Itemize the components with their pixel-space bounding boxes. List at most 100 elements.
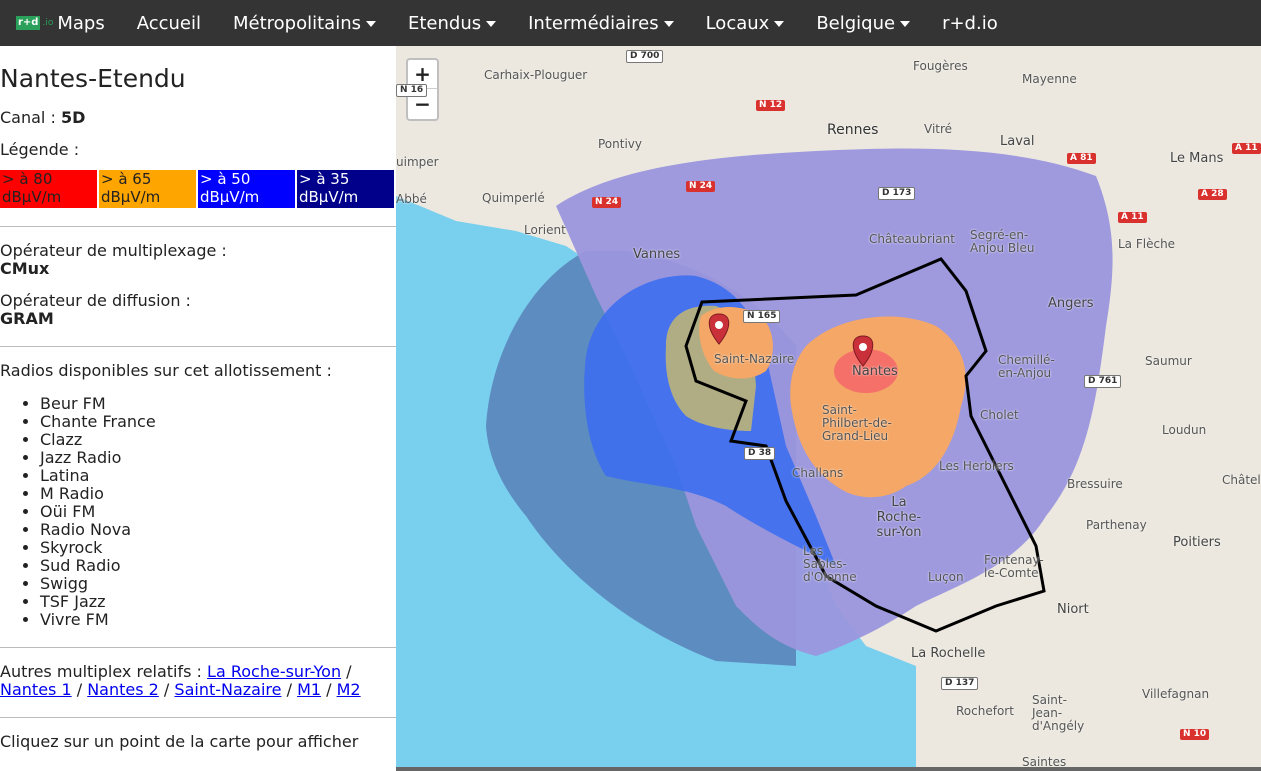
legend-cell-65-line1: > à 65 — [101, 170, 152, 188]
related-link-nantes-2[interactable]: Nantes 2 — [87, 680, 159, 699]
nav-accueil-label: Accueil — [136, 12, 201, 34]
road-badge: A 11 — [1118, 212, 1147, 223]
legend-label: Légende : — [0, 140, 80, 159]
canal-value: 5D — [60, 108, 86, 127]
place-label: Nantes — [852, 364, 898, 379]
place-label: Saint-Philbert-de-Grand-Lieu — [822, 403, 892, 443]
place-label: Segré-en-Anjou Bleu — [970, 228, 1035, 255]
divider — [0, 226, 396, 227]
place-label: La Roche-sur-Yon — [876, 495, 922, 540]
related-link-saint-nazaire[interactable]: Saint-Nazaire — [174, 680, 281, 699]
logo-io: .io — [42, 18, 54, 28]
road-badge: D 761 — [1084, 375, 1122, 388]
place-label: Mayenne — [1022, 72, 1077, 86]
nav-belgique[interactable]: Belgique — [800, 0, 926, 46]
place-label: Fontenay-le-Comte — [984, 553, 1044, 580]
legend-cell-80: > à 80 dBµV/m — [0, 170, 97, 208]
place-label: Pontivy — [598, 137, 642, 151]
place-label: Poitiers — [1173, 535, 1221, 550]
list-item: Swigg — [40, 575, 396, 593]
nav-belgique-label: Belgique — [816, 12, 896, 34]
nav-intermediaires-label: Intermédiaires — [528, 12, 659, 34]
place-label: Fougères — [913, 59, 968, 73]
nav-metropolitains-label: Métropolitains — [233, 12, 361, 34]
place-label: Angers — [1048, 296, 1094, 311]
road-badge: D 38 — [744, 447, 776, 460]
road-badge: D 700 — [626, 50, 664, 63]
legend-cell-50-line2: dBµV/m — [200, 188, 260, 206]
legend-cell-35: > à 35 dBµV/m — [297, 170, 394, 208]
place-label: Les Herbiers — [939, 459, 1014, 473]
related-link-la-roche[interactable]: La Roche-sur-Yon — [207, 662, 341, 681]
nav-etendus[interactable]: Etendus — [392, 0, 512, 46]
related-link-m1[interactable]: M1 — [297, 680, 321, 699]
place-label: Saumur — [1145, 354, 1192, 368]
nav-locaux-label: Locaux — [705, 12, 770, 34]
list-item: Beur FM — [40, 395, 396, 413]
related-link-m2[interactable]: M2 — [337, 680, 361, 699]
place-label: Lorient — [524, 223, 566, 237]
legend-cell-80-line1: > à 80 — [2, 170, 53, 188]
diff-value: GRAM — [0, 309, 54, 328]
legend-cell-35-line1: > à 35 — [299, 170, 350, 188]
place-label: Abbé — [396, 192, 427, 206]
place-label: Saint-Nazaire — [714, 352, 795, 366]
page-title: Nantes-Etendu — [0, 64, 186, 93]
road-badge: N 12 — [756, 100, 786, 111]
mux-label: Opérateur de multiplexage : — [0, 241, 227, 260]
brand-link[interactable]: r+d .io Maps — [0, 0, 121, 46]
horizontal-scrollbar[interactable] — [396, 767, 1261, 771]
list-item: Clazz — [40, 431, 396, 449]
place-label: Bressuire — [1067, 477, 1123, 491]
place-label: Vitré — [924, 122, 953, 136]
road-badge: N 10 — [1180, 729, 1210, 740]
mux-value: CMux — [0, 259, 50, 278]
logo-box: r+d — [16, 16, 41, 30]
place-label: Châtelle — [1222, 473, 1261, 487]
list-item: Sud Radio — [40, 557, 396, 575]
place-label: Challans — [792, 466, 844, 480]
road-badge: N 24 — [686, 181, 716, 192]
nav-accueil[interactable]: Accueil — [121, 0, 217, 46]
legend-cell-65-line2: dBµV/m — [101, 188, 161, 206]
canal-label: Canal : — [0, 108, 56, 127]
divider — [0, 717, 396, 718]
click-hint: Cliquez sur un point de la carte pour af… — [0, 732, 359, 751]
place-label: Le Mans — [1170, 151, 1224, 166]
related-link-nantes-1[interactable]: Nantes 1 — [0, 680, 72, 699]
nav-intermediaires[interactable]: Intermédiaires — [512, 0, 689, 46]
legend: > à 80 dBµV/m > à 65 dBµV/m > à 50 dBµV/m >… — [0, 170, 396, 208]
caret-down-icon — [663, 21, 674, 27]
nav-locaux[interactable]: Locaux — [690, 0, 801, 46]
place-label: uimper — [396, 155, 439, 169]
diff-label: Opérateur de diffusion : — [0, 291, 191, 310]
list-item: Radio Nova — [40, 521, 396, 539]
list-item: Jazz Radio — [40, 449, 396, 467]
road-badge: A 28 — [1198, 189, 1227, 200]
legend-cell-65: > à 65 dBµV/m — [99, 170, 196, 208]
nav-rd-io[interactable]: r+d.io — [926, 0, 1014, 46]
place-label: Laval — [1000, 134, 1035, 149]
divider — [0, 346, 396, 347]
road-badge: A 11 — [1232, 143, 1261, 154]
list-item: Skyrock — [40, 539, 396, 557]
list-item: Vivre FM — [40, 611, 396, 629]
brand-text: Maps — [57, 12, 105, 34]
coverage-map[interactable]: + − Carhaix-Plouguer Fougères Mayenne Re… — [396, 46, 1261, 771]
place-label: Les Sables-d'Olonne — [803, 544, 857, 584]
road-badge: N 16 — [396, 84, 428, 97]
legend-cell-35-line2: dBµV/m — [299, 188, 359, 206]
list-item: M Radio — [40, 485, 396, 503]
place-label: Chemillé-en-Anjou — [998, 353, 1055, 380]
place-label: Vannes — [633, 247, 681, 262]
nav-rd-io-label: r+d.io — [942, 12, 998, 34]
caret-down-icon — [366, 21, 376, 27]
list-item: Oüi FM — [40, 503, 396, 521]
brand-logo: r+d .io — [16, 16, 53, 30]
nav-metropolitains[interactable]: Métropolitains — [217, 0, 392, 46]
place-label: La Rochelle — [911, 646, 986, 661]
top-navbar: r+d .io Maps Accueil Métropolitains Eten… — [0, 0, 1261, 46]
road-badge: N 165 — [743, 310, 781, 323]
place-label: Niort — [1057, 602, 1089, 617]
canal-line: Canal : 5D — [0, 109, 396, 127]
